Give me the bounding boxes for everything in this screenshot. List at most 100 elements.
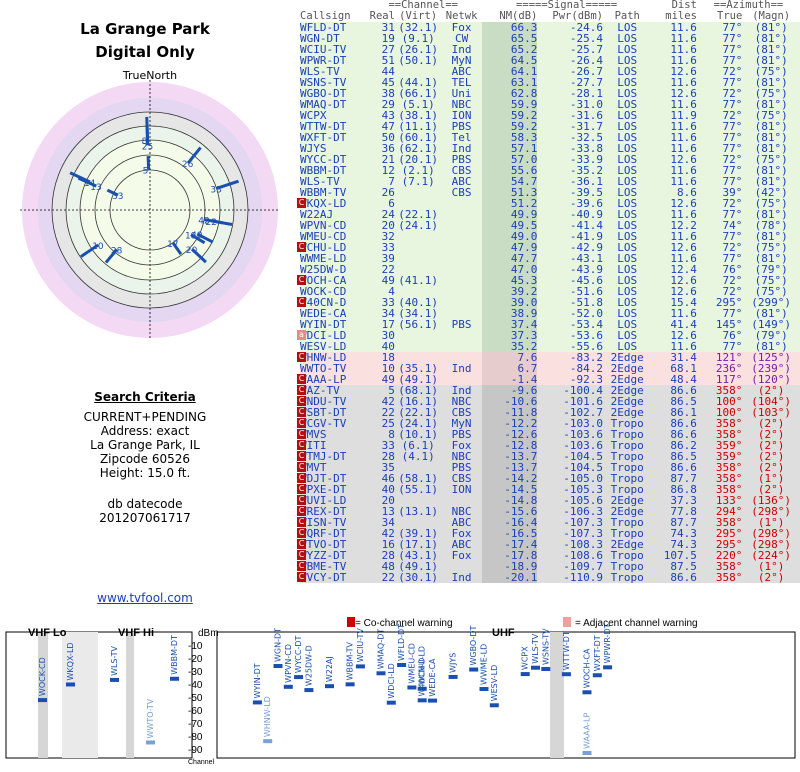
cell-miles: 87.5 xyxy=(651,561,696,572)
cell-virt xyxy=(395,330,441,341)
cell-miles: 86.6 xyxy=(651,385,696,396)
spectrum-bar xyxy=(480,687,489,691)
cell-miles: 107.5 xyxy=(651,550,696,561)
cell-netwk: PBS xyxy=(441,319,481,330)
cell-path: Tropo xyxy=(603,473,651,484)
cell-real: 31 xyxy=(365,22,395,33)
cell-true: 77° xyxy=(697,176,742,187)
cell-magn: (103°) xyxy=(742,407,800,418)
cell-pwrdbm: -102.7 xyxy=(537,407,603,418)
cell-miles: 12.2 xyxy=(651,220,696,231)
cell-magn: (2°) xyxy=(742,484,800,495)
cell-pwrdbm: -41.9 xyxy=(537,231,603,242)
table-row: WBBM-TV26CBS51.3-39.5LOS8.639°(42°) xyxy=(300,187,800,198)
cell-nmdb: 47.9 xyxy=(482,242,538,253)
cell-netwk: NBC xyxy=(441,99,481,110)
warning-flag: C xyxy=(297,495,306,505)
spectrum-label: WBBM-TV xyxy=(346,642,355,681)
table-row: WVCY-DT22(30.1)Ind-20.1-110.9Tropo86.635… xyxy=(300,572,800,583)
cell-callsign: WNDU-TV xyxy=(300,396,365,407)
cell-nmdb: 39.0 xyxy=(482,297,538,308)
cell-real: 44 xyxy=(365,66,395,77)
cell-callsign: WLS-TV xyxy=(300,176,365,187)
cell-callsign: WAZ-TV xyxy=(300,385,365,396)
cell-callsign: WYCC-DT xyxy=(300,154,365,165)
cell-netwk xyxy=(441,253,481,264)
cell-callsign: WMEU-CD xyxy=(300,231,365,242)
cell-nmdb: 59.9 xyxy=(482,99,538,110)
website-link[interactable]: www.tvfool.com xyxy=(0,591,290,605)
cell-virt xyxy=(395,231,441,242)
cell-callsign: WPWR-DT xyxy=(300,55,365,66)
cell-true: 117° xyxy=(697,374,742,385)
cell-virt xyxy=(395,198,441,209)
cell-pwrdbm: -103.0 xyxy=(537,418,603,429)
cell-real: 36 xyxy=(365,143,395,154)
table-row: WGN-DT19(9.1)CW65.5-25.4LOS11.677°(81°) xyxy=(300,33,800,44)
spectrum-bar xyxy=(541,667,550,671)
cell-virt xyxy=(395,253,441,264)
cell-callsign: WJYS xyxy=(300,143,365,154)
table-row: WCPX43(38.1)ION59.2-31.6LOS11.972°(75°) xyxy=(300,110,800,121)
cell-magn: (224°) xyxy=(742,550,800,561)
cell-virt: (26.1) xyxy=(395,44,441,55)
cell-netwk xyxy=(441,209,481,220)
cell-netwk: TEL xyxy=(441,77,481,88)
spectrum-bar xyxy=(562,672,571,676)
db-value: 201207061717 xyxy=(0,511,290,525)
cell-true: 72° xyxy=(697,242,742,253)
spectrum-label: WOCH-CA xyxy=(583,648,592,688)
cell-callsign: WGN-DT xyxy=(300,33,365,44)
cell-path: 2Edge xyxy=(603,352,651,363)
cell-magn: (1°) xyxy=(742,561,800,572)
cell-magn: (81°) xyxy=(742,132,800,143)
cell-nmdb: -12.2 xyxy=(482,418,538,429)
cell-nmdb: -16.4 xyxy=(482,517,538,528)
cell-real: 27 xyxy=(365,44,395,55)
cell-real: 33 xyxy=(365,242,395,253)
spectrum-label: WESV-LD xyxy=(490,665,499,702)
col-real: Real xyxy=(365,11,395,22)
spectrum-bar xyxy=(304,688,313,692)
cell-callsign: WOCH-CA xyxy=(300,275,365,286)
spectrum-label: WLS-TV xyxy=(110,645,119,675)
cell-virt xyxy=(395,462,441,473)
cell-miles: 11.6 xyxy=(651,165,696,176)
cell-netwk xyxy=(441,308,481,319)
cell-virt: (9.1) xyxy=(395,33,441,44)
cell-true: 77° xyxy=(697,253,742,264)
cell-real: 28 xyxy=(365,550,395,561)
spectrum-bar xyxy=(253,700,262,704)
cell-miles: 12.6 xyxy=(651,330,696,341)
cell-path: Tropo xyxy=(603,418,651,429)
cell-magn: (136°) xyxy=(742,495,800,506)
cell-real: 39 xyxy=(365,253,395,264)
cell-nmdb: 59.2 xyxy=(482,121,538,132)
cell-path: LOS xyxy=(603,330,651,341)
cell-magn: (81°) xyxy=(742,77,800,88)
table-row: WMVS8(10.1)PBS-12.6-103.6Tropo86.6358°(2… xyxy=(300,429,800,440)
cell-miles: 8.6 xyxy=(651,187,696,198)
cell-miles: 11.6 xyxy=(651,308,696,319)
cell-netwk: ABC xyxy=(441,539,481,550)
cell-miles: 86.6 xyxy=(651,462,696,473)
cell-callsign: WPXE-DT xyxy=(300,484,365,495)
cell-pwrdbm: -25.4 xyxy=(537,33,603,44)
spectrum-label: WPWR-DT xyxy=(603,623,612,663)
table-row: WBME-TV48(49.1)-18.9-109.7Tropo87.5358°(… xyxy=(300,561,800,572)
cell-netwk: Ind xyxy=(441,572,481,583)
cell-nmdb: 49.0 xyxy=(482,231,538,242)
spectrum-chart: -10-20-30-40-50-60-70-80-90 WFLD-DTWGN-D… xyxy=(0,616,800,768)
cell-pwrdbm: -35.2 xyxy=(537,165,603,176)
cell-magn: (75°) xyxy=(742,286,800,297)
co-channel-legend: = Co-channel warning xyxy=(355,618,453,629)
cell-callsign: WMVS xyxy=(300,429,365,440)
cell-path: LOS xyxy=(603,319,651,330)
cell-path: LOS xyxy=(603,22,651,33)
cell-callsign: WSNS-TV xyxy=(300,77,365,88)
cell-path: LOS xyxy=(603,297,651,308)
cell-callsign: WREX-DT xyxy=(300,506,365,517)
cell-path: LOS xyxy=(603,308,651,319)
cell-pwrdbm: -55.6 xyxy=(537,341,603,352)
cell-miles: 11.6 xyxy=(651,341,696,352)
